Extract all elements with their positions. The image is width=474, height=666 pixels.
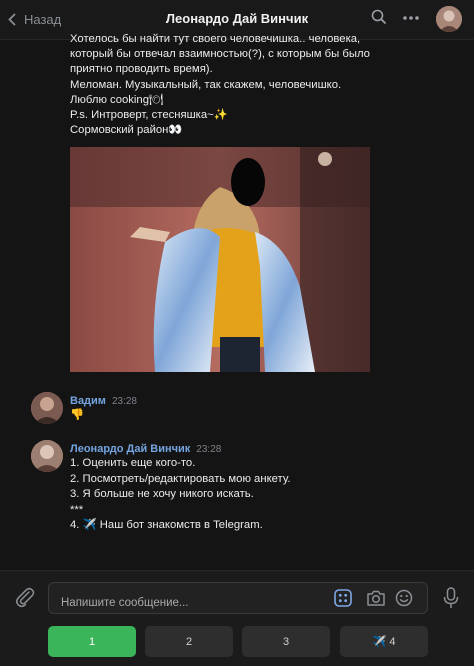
keyboard-button-4[interactable]: ✈️ 4 bbox=[340, 626, 428, 657]
user-avatar[interactable] bbox=[31, 392, 63, 424]
chat-avatar[interactable] bbox=[436, 6, 462, 32]
message-line: 2. Посмотреть/редактировать мою анкету. bbox=[70, 472, 291, 485]
message-author[interactable]: Вадим 23:28 bbox=[70, 395, 137, 407]
message-item: Вадим 23:28 👎 bbox=[0, 392, 474, 432]
message-line: Меломан. Музыкальный, так скажем, челове… bbox=[70, 79, 342, 91]
message-text: 👎 bbox=[70, 409, 85, 421]
message-line: 4. ✈️ Наш бот знакомств в Telegram. bbox=[70, 519, 263, 531]
message-line: Люблю cooking🍽 bbox=[70, 94, 164, 106]
keyboard-button-2[interactable]: 2 bbox=[145, 626, 233, 657]
message-line: 1. Оценить еще кого-то. bbox=[70, 457, 196, 469]
message-author[interactable]: Леонардо Дай Винчик 23:28 bbox=[70, 443, 221, 455]
author-name[interactable]: Леонардо Дай Винчик bbox=[70, 443, 190, 455]
keyboard-button-3[interactable]: 3 bbox=[242, 626, 330, 657]
message-line: Сормовский район👀 bbox=[70, 124, 183, 136]
camera-icon[interactable] bbox=[366, 589, 386, 612]
message-line: который бы отвечал взаимностью(?), с кот… bbox=[70, 48, 370, 60]
profile-photo[interactable] bbox=[70, 147, 370, 372]
emoji-icon[interactable] bbox=[395, 589, 413, 612]
message-line: *** bbox=[70, 503, 84, 516]
message-time: 23:28 bbox=[196, 444, 222, 455]
message-line: приятно проводить время). bbox=[70, 63, 213, 75]
message-item: Леонардо Дай Винчик 23:28 1. Оценить еще … bbox=[0, 440, 474, 535]
author-name[interactable]: Вадим bbox=[70, 395, 106, 407]
message-line: 3. Я больше не хочу никого искать. bbox=[70, 488, 254, 500]
bot-avatar[interactable] bbox=[31, 440, 63, 472]
microphone-icon[interactable] bbox=[443, 587, 459, 614]
keyboard-button-1[interactable]: 1 bbox=[48, 626, 136, 657]
message-time: 23:28 bbox=[111, 396, 137, 407]
attach-icon[interactable] bbox=[14, 586, 36, 613]
message-composer: 1 2 3 ✈️ 4 bbox=[0, 570, 474, 666]
search-icon[interactable] bbox=[371, 9, 387, 30]
message-line: Хотелось бы найти тут своего человечишка… bbox=[70, 33, 361, 45]
message-line: P.s. Интроверт, стесняшка~✨ bbox=[70, 109, 228, 121]
more-options-icon[interactable] bbox=[402, 10, 420, 31]
bot-keyboard-icon[interactable] bbox=[334, 589, 352, 612]
